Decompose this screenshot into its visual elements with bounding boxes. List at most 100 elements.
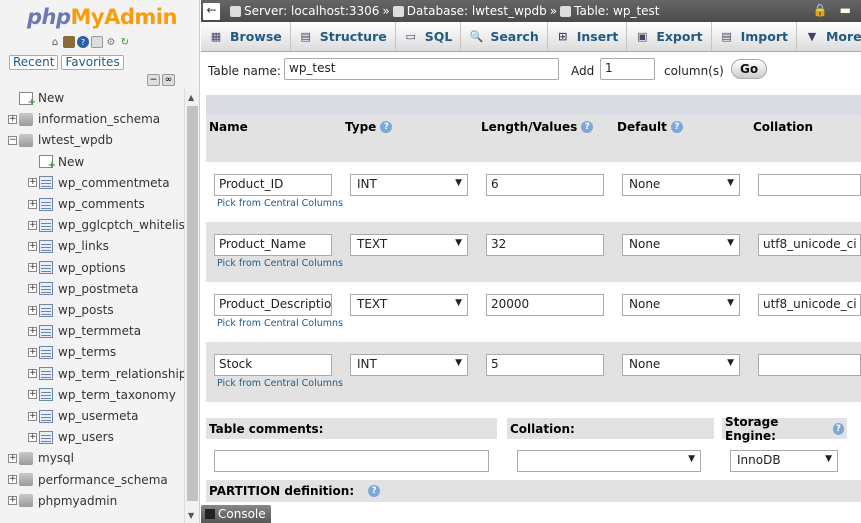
storage-engine-select[interactable]: InnoDB: [730, 450, 838, 472]
column-name-input[interactable]: Product_Description: [214, 294, 332, 316]
expand-icon[interactable]: +: [28, 305, 37, 315]
tab-browse[interactable]: ▦ Browse: [201, 22, 291, 51]
gear-icon[interactable]: ⚙: [105, 36, 117, 48]
collapse-all-icon[interactable]: −: [147, 74, 160, 86]
tab-export[interactable]: ▣ Export: [627, 22, 712, 51]
tab-more[interactable]: ▼ More: [797, 22, 861, 51]
expand-icon[interactable]: +: [28, 390, 37, 400]
column-default-select[interactable]: None: [622, 294, 740, 316]
expand-icon[interactable]: +: [28, 369, 37, 379]
tree-item-table[interactable]: + wp_comments: [28, 194, 145, 214]
home-icon[interactable]: ⌂: [49, 36, 61, 48]
column-type-select[interactable]: TEXT: [350, 294, 468, 316]
expand-icon[interactable]: +: [28, 241, 37, 251]
tree-item-database[interactable]: − lwtest_wpdb: [8, 130, 113, 150]
phpmyadmin-logo[interactable]: phpMyAdmin: [27, 5, 177, 29]
tree-item-table[interactable]: + wp_usermeta: [28, 406, 139, 426]
tree-item-database[interactable]: + phpmyadmin: [8, 491, 117, 511]
tree-item-database[interactable]: + performance_schema: [8, 470, 168, 490]
tree-item-table[interactable]: + wp_options: [28, 258, 126, 278]
tree-item-table[interactable]: + wp_links: [28, 236, 109, 256]
expand-icon[interactable]: +: [28, 432, 37, 442]
tab-insert[interactable]: ⊞ Insert: [548, 22, 628, 51]
column-name-input[interactable]: Product_ID: [214, 174, 332, 196]
go-button[interactable]: Go: [731, 59, 768, 79]
tab-search[interactable]: 🔍 Search: [461, 22, 548, 51]
expand-icon[interactable]: +: [8, 453, 17, 463]
column-collation-select[interactable]: [758, 354, 861, 376]
documentation-icon[interactable]: [91, 36, 103, 48]
column-length-input[interactable]: 20000: [486, 294, 604, 316]
expand-icon[interactable]: +: [28, 220, 37, 230]
column-default-select[interactable]: None: [622, 234, 740, 256]
table-comments-input[interactable]: [214, 450, 489, 472]
column-collation-select[interactable]: utf8_unicode_ci: [758, 234, 861, 256]
table-collation-select[interactable]: [517, 450, 701, 472]
tree-item-table[interactable]: + wp_term_relationships: [28, 364, 184, 384]
tree-item-table[interactable]: + wp_terms: [28, 342, 116, 362]
tree-item-table[interactable]: + wp_gglcptch_whitelist: [28, 215, 184, 235]
tree-item-table[interactable]: + wp_posts: [28, 300, 114, 320]
tree-item-table[interactable]: + wp_term_taxonomy: [28, 385, 176, 405]
exit-icon[interactable]: [63, 36, 75, 48]
column-length-input[interactable]: 5: [486, 354, 604, 376]
help-icon[interactable]: ?: [380, 121, 393, 133]
tree-item-table[interactable]: + wp_commentmeta: [28, 173, 170, 193]
lock-icon[interactable]: 🔒: [813, 3, 828, 17]
tree-item-new[interactable]: New: [8, 88, 64, 108]
tree-item-table[interactable]: + wp_users: [28, 427, 114, 447]
column-type-select[interactable]: INT: [350, 174, 468, 196]
scroll-down-icon[interactable]: ▼: [188, 511, 194, 520]
expand-icon[interactable]: +: [28, 411, 37, 421]
tree-scrollbar[interactable]: ▲ ▼: [184, 88, 199, 523]
pick-central-columns-link[interactable]: Pick from Central Columns: [217, 258, 343, 269]
back-arrow-icon[interactable]: ←: [203, 2, 220, 20]
column-collation-select[interactable]: [758, 174, 861, 196]
help-icon[interactable]: ?: [77, 36, 89, 48]
tab-sql[interactable]: ▭ SQL: [396, 22, 462, 51]
link-icon[interactable]: ∞: [162, 74, 175, 86]
expand-icon[interactable]: +: [28, 199, 37, 209]
column-name-input[interactable]: Stock: [214, 354, 332, 376]
expand-icon[interactable]: +: [8, 475, 17, 485]
recent-tab[interactable]: Recent: [9, 55, 59, 70]
help-icon[interactable]: ?: [581, 121, 594, 133]
column-name-input[interactable]: Product_Name: [214, 234, 332, 256]
scrollbar-thumb[interactable]: [187, 106, 198, 501]
column-collation-select[interactable]: utf8_unicode_ci: [758, 294, 861, 316]
table-name-input[interactable]: wp_test: [284, 58, 559, 80]
pick-central-columns-link[interactable]: Pick from Central Columns: [217, 198, 343, 209]
tree-item-table[interactable]: + wp_termmeta: [28, 321, 141, 341]
breadcrumb-server[interactable]: Server: localhost:3306: [230, 4, 379, 18]
collapse-icon[interactable]: −: [8, 135, 17, 145]
reload-icon[interactable]: ↻: [119, 36, 131, 48]
column-length-input[interactable]: 6: [486, 174, 604, 196]
help-icon[interactable]: ?: [832, 422, 844, 435]
tree-item-database[interactable]: + information_schema: [8, 109, 160, 129]
expand-icon[interactable]: +: [8, 496, 17, 506]
favorites-tab[interactable]: Favorites: [61, 55, 124, 70]
pick-central-columns-link[interactable]: Pick from Central Columns: [217, 318, 343, 329]
tree-item-database[interactable]: + mysql: [8, 448, 74, 468]
add-columns-input[interactable]: 1: [600, 58, 655, 80]
column-length-input[interactable]: 32: [486, 234, 604, 256]
expand-icon[interactable]: +: [28, 263, 37, 273]
column-type-select[interactable]: INT: [350, 354, 468, 376]
column-default-select[interactable]: None: [622, 174, 740, 196]
expand-icon[interactable]: +: [28, 347, 37, 357]
breadcrumb-table[interactable]: Table: wp_test: [560, 4, 660, 18]
scroll-up-icon[interactable]: ▲: [188, 93, 194, 102]
console-tab[interactable]: Console: [201, 505, 271, 523]
expand-icon[interactable]: +: [8, 114, 17, 124]
expand-icon[interactable]: +: [28, 326, 37, 336]
help-icon[interactable]: ?: [368, 485, 381, 497]
tree-item-table[interactable]: + wp_postmeta: [28, 279, 138, 299]
expand-icon[interactable]: +: [28, 284, 37, 294]
minimize-icon[interactable]: ▬: [840, 3, 851, 17]
column-default-select[interactable]: None: [622, 354, 740, 376]
tab-import[interactable]: ▤ Import: [712, 22, 797, 51]
pick-central-columns-link[interactable]: Pick from Central Columns: [217, 378, 343, 389]
expand-icon[interactable]: +: [28, 178, 37, 188]
help-icon[interactable]: ?: [670, 121, 683, 133]
column-type-select[interactable]: TEXT: [350, 234, 468, 256]
